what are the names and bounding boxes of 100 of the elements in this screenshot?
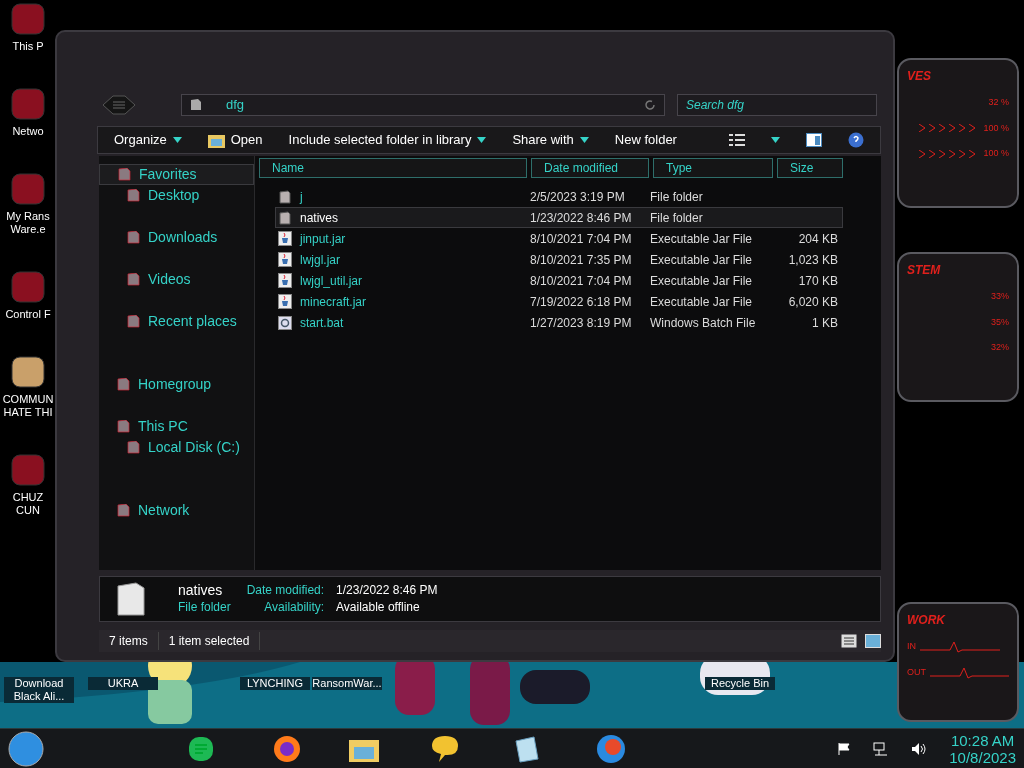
icon-label: Download Black Ali...: [4, 677, 74, 703]
signal-line-icon: [930, 666, 1009, 680]
icon-label: UKRA: [88, 677, 158, 690]
chat-app-icon[interactable]: [188, 735, 214, 762]
cup-icon: [278, 252, 292, 267]
place-icon: [127, 189, 140, 202]
file-name: natives: [300, 209, 339, 227]
type-cell-text: File folder: [650, 209, 704, 227]
refresh-icon[interactable]: [644, 99, 656, 111]
file-row[interactable]: natives 1/23/2022 8:46 PM File folder: [275, 207, 843, 228]
gadget-reading: 32 %: [988, 96, 1009, 109]
gadget-reading: OUT: [907, 666, 926, 680]
nav-item[interactable]: Videos: [109, 269, 254, 290]
column-header[interactable]: Size: [777, 158, 843, 178]
help-icon[interactable]: [848, 132, 864, 148]
file-row[interactable]: jinput.jar 8/10/2021 7:04 PM Executable Jar File 204 KB: [275, 228, 843, 249]
file-name: j: [300, 188, 303, 206]
detail-label: Availability:: [263, 599, 325, 616]
folder-icon: [207, 132, 225, 148]
type-cell-text: Executable Jar File: [650, 272, 754, 290]
file-name: lwjgl.jar: [300, 251, 340, 269]
size-cell-text: 1 KB: [811, 314, 838, 332]
details-view-icon[interactable]: [841, 634, 857, 648]
network-icon[interactable]: [873, 741, 890, 756]
view-icon[interactable]: [729, 134, 745, 146]
type-cell-text: Executable Jar File: [650, 293, 754, 311]
note-app-icon[interactable]: [512, 734, 540, 763]
place-icon: [127, 441, 140, 454]
place-icon: [117, 504, 130, 517]
speaker-icon[interactable]: [911, 741, 928, 756]
item-type: File folder: [178, 599, 231, 616]
nav-item[interactable]: This PC: [99, 416, 254, 437]
date-cell-text: 1/23/2022 8:46 PM: [530, 209, 633, 227]
folder-icon: [116, 582, 146, 616]
size-cell-text: 1,023 KB: [787, 251, 838, 269]
file-row[interactable]: lwjgl_util.jar 8/10/2021 7:04 PM Executable Jar File 170 KB: [275, 270, 843, 291]
desktop-icon[interactable]: [10, 355, 46, 389]
nav-item[interactable]: Homegroup: [99, 374, 254, 395]
pane-icon[interactable]: [806, 133, 822, 147]
date-cell-text: 2/5/2023 3:19 PM: [530, 188, 626, 206]
icon-label: Control F: [4, 308, 52, 321]
gadget-reading: 32%: [991, 341, 1009, 354]
type-cell-text: Executable Jar File: [650, 251, 754, 269]
folder-icon: [190, 99, 202, 111]
nav-item[interactable]: Downloads: [109, 227, 254, 248]
speech-bubble-icon[interactable]: [430, 733, 460, 764]
type-cell-text: Windows Batch File: [650, 314, 757, 332]
column-header[interactable]: Date modified: [531, 158, 649, 178]
caret-icon: [579, 137, 589, 143]
gadget-reading: 33%: [991, 290, 1009, 303]
address-bar[interactable]: dfg: [181, 94, 665, 116]
nav-item[interactable]: Network: [99, 500, 254, 521]
toolbar-button[interactable]: Include selected folder in library: [288, 130, 487, 150]
icon-label: CHUZ CUN: [11, 491, 45, 517]
icon-label: LYNCHING: [240, 677, 310, 690]
nav-item[interactable]: Recent places: [109, 311, 254, 332]
icon-label: RansomWar...: [312, 677, 382, 690]
folder-icon: [278, 210, 292, 225]
type-cell-text: File folder: [650, 188, 704, 206]
file-row[interactable]: start.bat 1/27/2023 8:19 PM Windows Batch File 1 KB: [275, 312, 843, 333]
toolbar-button[interactable]: Share with: [512, 130, 589, 150]
file-name: jinput.jar: [300, 230, 346, 248]
nav-item[interactable]: Desktop: [109, 185, 254, 206]
gadget-reading: 35%: [991, 315, 1009, 329]
folder-icon: [278, 189, 292, 204]
cup-icon: [278, 294, 292, 309]
file-name: lwjgl_util.jar: [300, 272, 363, 290]
caret-icon: [771, 137, 780, 143]
gadget-title: STEM: [907, 262, 942, 278]
search-field[interactable]: Search dfg: [677, 94, 877, 116]
toolbar-button[interactable]: Open: [207, 130, 263, 150]
signal-line-icon: [920, 640, 1000, 654]
browser-icon[interactable]: [272, 733, 302, 764]
file-row[interactable]: minecraft.jar 7/19/2022 6:18 PM Executable Jar File 6,020 KB: [275, 291, 843, 312]
icon-label: This P: [11, 40, 45, 53]
column-header[interactable]: Type: [653, 158, 773, 178]
clock-date[interactable]: 10/8/2023: [949, 748, 1016, 766]
type-cell-text: Executable Jar File: [650, 230, 754, 248]
file-row[interactable]: lwjgl.jar 8/10/2021 7:35 PM Executable Jar File 1,023 KB: [275, 249, 843, 270]
date-cell-text: 8/10/2021 7:04 PM: [530, 230, 633, 248]
item-name: natives: [178, 582, 224, 599]
file-name: minecraft.jar: [300, 293, 367, 311]
thumbnail-view-icon[interactable]: [865, 634, 881, 648]
flag-icon[interactable]: [837, 741, 852, 756]
clock-time[interactable]: 10:28 AM: [950, 731, 1015, 749]
toolbar-button[interactable]: Organize: [114, 130, 182, 150]
file-row[interactable]: j 2/5/2023 3:19 PM File folder: [275, 186, 843, 207]
size-cell-text: 6,020 KB: [787, 293, 838, 311]
status-text: 1 item selected: [158, 632, 261, 650]
icon-label: Netwo: [11, 125, 45, 138]
detail-label: Date modified:: [246, 582, 325, 599]
column-header[interactable]: Name: [259, 158, 527, 178]
date-cell-text: 7/19/2022 6:18 PM: [530, 293, 633, 311]
nav-item[interactable]: Favorites: [99, 164, 254, 185]
toolbar-button[interactable]: New folder: [614, 130, 677, 150]
nav-item[interactable]: Local Disk (C:): [109, 437, 254, 458]
start-button-icon[interactable]: [8, 730, 44, 767]
icon-label: COMMUN HATE THI: [1, 393, 55, 419]
caret-icon: [172, 137, 182, 143]
place-icon: [127, 315, 140, 328]
